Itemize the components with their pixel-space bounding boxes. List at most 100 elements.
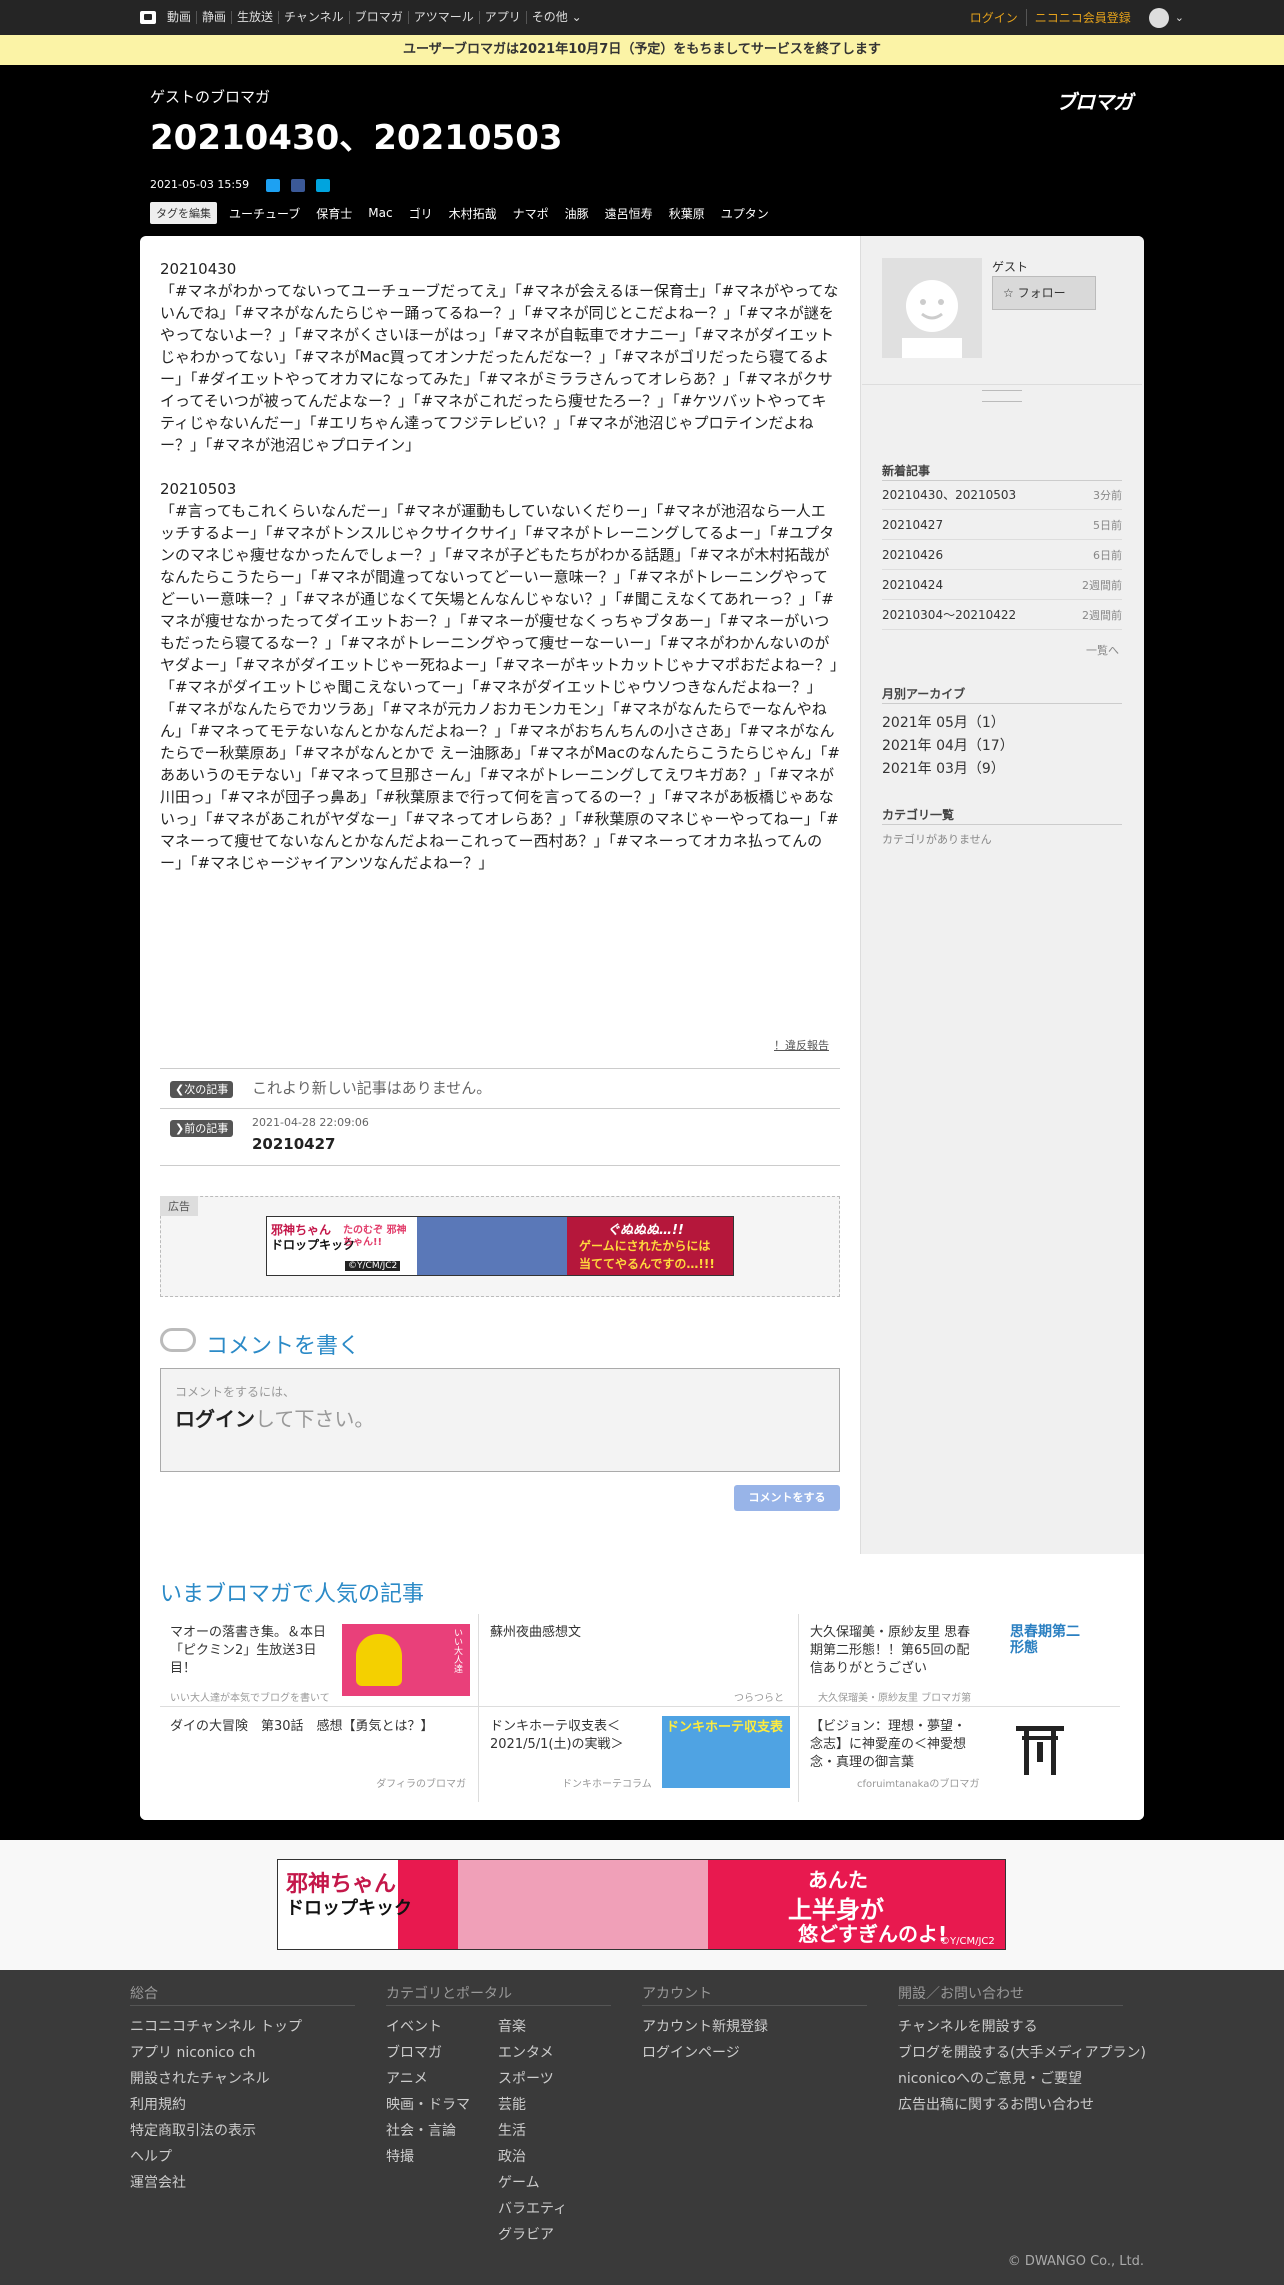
footer-link[interactable]: アニメ bbox=[386, 2068, 428, 2088]
blog-name[interactable]: ゲストのブロマガ bbox=[150, 86, 270, 107]
footer-link[interactable]: スポーツ bbox=[498, 2068, 554, 2088]
tag-item[interactable]: 遠呂恒寿 bbox=[605, 205, 653, 222]
report-link[interactable]: ！違反報告 bbox=[774, 1037, 829, 1053]
torii-logo-icon bbox=[1010, 1722, 1070, 1778]
nav-live[interactable]: 生放送 bbox=[231, 11, 278, 24]
edit-tags-button[interactable]: タグを編集 bbox=[150, 202, 217, 224]
footer-link[interactable]: 音楽 bbox=[498, 2016, 526, 2036]
thumb-caption: いい大人達 bbox=[452, 1628, 462, 1673]
footer-link[interactable]: ブログを開設する(大手メディアプラン) bbox=[898, 2042, 1146, 2062]
expand-handle-icon[interactable] bbox=[982, 390, 1022, 402]
tag-item[interactable]: ナマポ bbox=[513, 205, 549, 222]
prev-badge-label: 前の記事 bbox=[184, 1122, 229, 1135]
popular-article-item[interactable]: ダイの大冒険 第30話 感想【勇気とは？】 ダフィラのブロマガ bbox=[160, 1710, 478, 1800]
tag-item[interactable]: ユプタン bbox=[721, 205, 769, 222]
nav-atsumaru[interactable]: アツマール bbox=[407, 11, 479, 24]
nav-app[interactable]: アプリ bbox=[478, 11, 526, 24]
popular-article-source: ダフィラのブロマガ bbox=[376, 1779, 466, 1790]
popular-article-source: いい大人達が本気でブログを書いて bbox=[170, 1693, 330, 1704]
footer-link[interactable]: 政治 bbox=[498, 2146, 526, 2166]
login-link[interactable]: ログイン bbox=[970, 9, 1027, 26]
footer-link[interactable]: 生活 bbox=[498, 2120, 526, 2140]
footer-link[interactable]: ニコニコチャンネル トップ bbox=[130, 2016, 302, 2036]
tag-item[interactable]: ユーチューブ bbox=[229, 205, 300, 222]
twitter-share-icon[interactable] bbox=[266, 179, 280, 192]
comment-hint: コメントをするには、 bbox=[175, 1385, 296, 1399]
nav-douga[interactable]: 動画 bbox=[162, 11, 196, 24]
user-menu-chevron-icon[interactable]: ⌄ bbox=[1175, 11, 1184, 24]
footer-link[interactable]: エンタメ bbox=[498, 2042, 554, 2062]
no-newer-article: これより新しい記事はありません。 bbox=[252, 1079, 492, 1097]
user-avatar-icon[interactable] bbox=[1148, 7, 1169, 28]
popular-article-title: マオーの落書き集。＆本日「ピクミン2」生放送3日目！ bbox=[170, 1625, 327, 1676]
footer-link[interactable]: 特定商取引法の表示 bbox=[130, 2120, 256, 2140]
footer-link[interactable]: 社会・言論 bbox=[386, 2120, 456, 2140]
niconico-tv-icon[interactable] bbox=[140, 11, 156, 24]
footer-link[interactable]: 開設されたチャンネル bbox=[130, 2068, 270, 2088]
footer-category-title: カテゴリとポータル bbox=[386, 1986, 512, 2002]
ad-banner[interactable]: 邪神ちゃん ドロップキック たのむぞ 邪神ちゃん!! ©Y/CM/JC2 ぐぬぬ… bbox=[266, 1216, 734, 1276]
tag-item[interactable]: 木村拓哉 bbox=[449, 205, 497, 222]
bottom-ad-banner[interactable]: 邪神ちゃん ドロップキック あんた 上半身が 悠どすぎんのよ! ©Y/CM/JC… bbox=[277, 1859, 1006, 1950]
hatena-bookmark-icon[interactable] bbox=[316, 179, 330, 192]
tag-item[interactable]: ゴリ bbox=[409, 205, 433, 222]
nav-more[interactable]: その他 ⌄ bbox=[525, 11, 587, 24]
footer-link[interactable]: 広告出稿に関するお問い合わせ bbox=[898, 2094, 1094, 2114]
nav-seiga[interactable]: 静画 bbox=[196, 11, 231, 24]
next-badge-label: 次の記事 bbox=[184, 1083, 229, 1096]
profile-avatar-icon[interactable] bbox=[882, 258, 982, 358]
recent-article-ago: 5日前 bbox=[1093, 518, 1122, 532]
popular-article-item[interactable]: 大久保瑠美・原紗友里 思春期第二形態！！第65回の配信ありがとうござい 思春期第… bbox=[800, 1618, 1118, 1708]
tag-item[interactable]: 油豚 bbox=[565, 205, 589, 222]
archive-item[interactable]: 2021年 05月（1） bbox=[882, 712, 1005, 732]
blomaga-logo[interactable]: ブロマガ bbox=[1056, 86, 1133, 115]
footer-link[interactable]: チャンネルを開設する bbox=[898, 2016, 1038, 2036]
facebook-share-icon[interactable] bbox=[291, 179, 305, 192]
comment-textarea[interactable]: コメントをするには、 ログインして下さい。 bbox=[160, 1368, 840, 1472]
footer-link[interactable]: 特撮 bbox=[386, 2146, 414, 2166]
footer-link[interactable]: アカウント新規登録 bbox=[642, 2016, 768, 2036]
list-link[interactable]: 一覧へ bbox=[1086, 642, 1119, 658]
column-divider bbox=[798, 1614, 799, 1802]
nav-blomaga[interactable]: ブロマガ bbox=[348, 11, 408, 24]
footer-link[interactable]: アプリ niconico ch bbox=[130, 2042, 256, 2062]
footer-link[interactable]: イベント bbox=[386, 2016, 442, 2036]
ad-banner-right2: ゲームにされたからには bbox=[579, 1239, 711, 1253]
comment-login-link[interactable]: ログイン bbox=[175, 1407, 255, 1431]
popular-article-item[interactable]: 蘇州夜曲感想文 つらつらと bbox=[480, 1618, 798, 1708]
popular-article-item[interactable]: ドンキホーテ収支表＜2021/5/1(土)の実戦＞ ドンキホーテ収支表 ドンキホ… bbox=[480, 1710, 798, 1800]
archive-item[interactable]: 2021年 03月（9） bbox=[882, 758, 1005, 778]
submit-comment-button[interactable]: コメントをする bbox=[734, 1485, 840, 1511]
archive-item[interactable]: 2021年 04月（17） bbox=[882, 735, 1014, 755]
footer-link[interactable]: 運営会社 bbox=[130, 2172, 186, 2192]
follow-button[interactable]: ☆ フォロー bbox=[992, 276, 1096, 310]
recent-article-item[interactable]: 20210304～20210422 2週間前 bbox=[882, 600, 1122, 630]
tag-item[interactable]: 秋葉原 bbox=[669, 205, 705, 222]
popular-article-item[interactable]: 【ビジョン：理想・夢望・念志】に神愛産の＜神愛想念・真理の御言葉 cforuim… bbox=[800, 1710, 1118, 1800]
recent-article-item[interactable]: 20210430、20210503 3分前 bbox=[882, 480, 1122, 510]
footer-link[interactable]: ブロマガ bbox=[386, 2042, 442, 2062]
prev-article-link[interactable]: 20210427 bbox=[252, 1135, 336, 1153]
bottom-ad-right1: あんた bbox=[808, 1868, 868, 1892]
footer-link[interactable]: niconicoへのご意見・ご要望 bbox=[898, 2068, 1082, 2088]
tag-item[interactable]: 保育士 bbox=[316, 205, 352, 222]
footer-link[interactable]: グラビア bbox=[498, 2224, 554, 2244]
footer-link[interactable]: ログインページ bbox=[642, 2042, 740, 2062]
ad-banner-mid: たのむぞ 邪神ちゃん!! bbox=[343, 1225, 407, 1248]
popular-article-item[interactable]: マオーの落書き集。＆本日「ピクミン2」生放送3日目！ いい大人達 いい大人達が本… bbox=[160, 1618, 478, 1708]
footer-link[interactable]: バラエティ bbox=[498, 2198, 567, 2218]
footer-link[interactable]: 利用規約 bbox=[130, 2094, 186, 2114]
footer-link[interactable]: 映画・ドラマ bbox=[386, 2094, 470, 2114]
footer-link[interactable]: 芸能 bbox=[498, 2094, 526, 2114]
recent-article-item[interactable]: 20210424 2週間前 bbox=[882, 570, 1122, 600]
footer-line bbox=[642, 2005, 867, 2006]
recent-article-item[interactable]: 20210427 5日前 bbox=[882, 510, 1122, 540]
nav-channel[interactable]: チャンネル bbox=[278, 11, 349, 24]
footer-link[interactable]: ヘルプ bbox=[130, 2146, 172, 2166]
register-link[interactable]: ニコニコ会員登録 bbox=[1027, 9, 1139, 26]
tag-item[interactable]: Mac bbox=[368, 206, 392, 220]
footer-link[interactable]: ゲーム bbox=[498, 2172, 540, 2192]
popular-article-source: 大久保瑠美・原紗友里 ブロマガ第 bbox=[818, 1693, 972, 1704]
recent-article-item[interactable]: 20210426 6日前 bbox=[882, 540, 1122, 570]
top-navigation-bar: 動画 静画 生放送 チャンネル ブロマガ アツマール アプリ その他 ⌄ ログイ… bbox=[0, 0, 1284, 35]
